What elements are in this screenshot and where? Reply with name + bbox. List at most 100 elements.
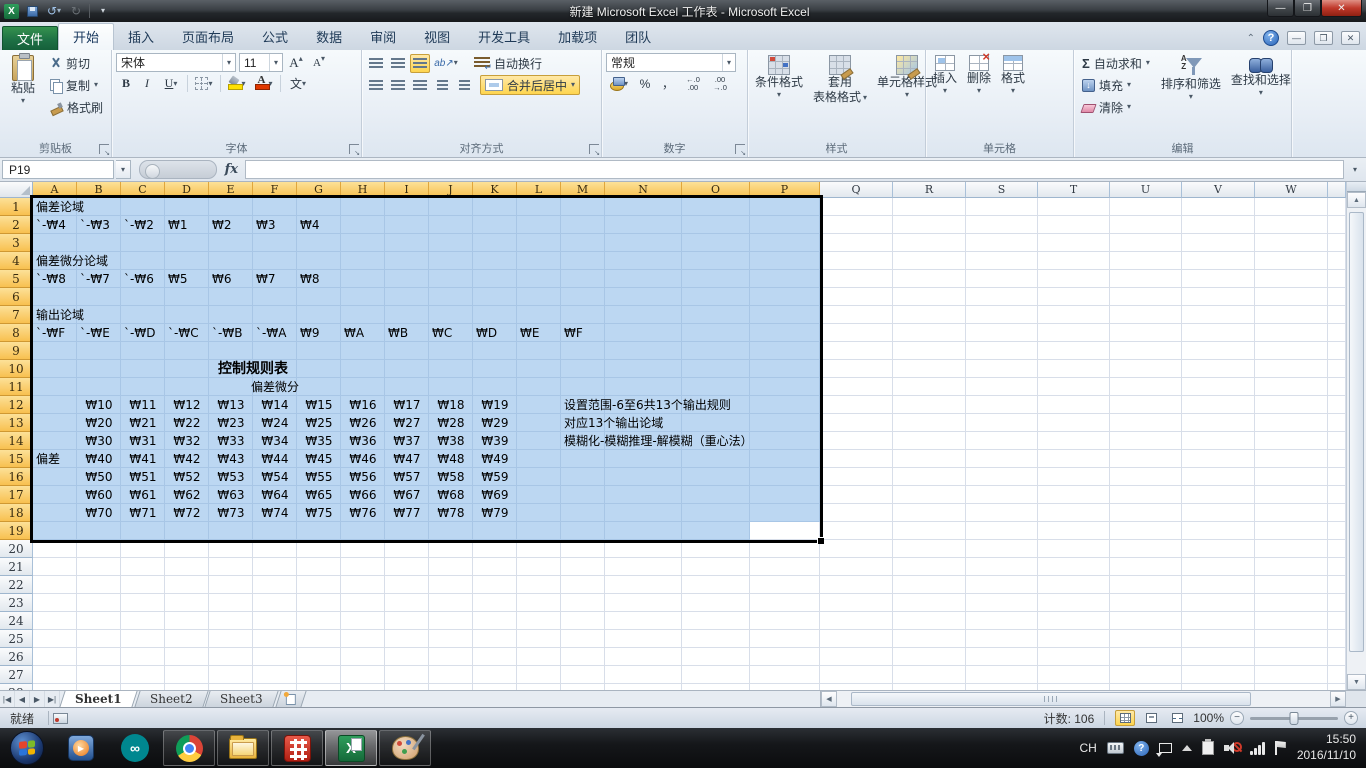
cell-T6[interactable] bbox=[1038, 288, 1110, 306]
cell-P27[interactable] bbox=[750, 666, 820, 684]
decrease-decimal-button[interactable]: .00→.0 bbox=[708, 74, 732, 93]
cell-Q26[interactable] bbox=[820, 648, 893, 666]
row-header-4[interactable]: 4 bbox=[0, 252, 33, 270]
cell-T20[interactable] bbox=[1038, 540, 1110, 558]
row-header-19[interactable]: 19 bbox=[0, 522, 33, 540]
cell-J15[interactable] bbox=[429, 450, 473, 468]
cell-O8[interactable] bbox=[682, 324, 750, 342]
sheet-tab-Sheet1[interactable]: Sheet1 bbox=[59, 691, 137, 707]
cell-W24[interactable] bbox=[1255, 612, 1328, 630]
col-header-V[interactable]: V bbox=[1182, 182, 1255, 198]
cell-D20[interactable] bbox=[165, 540, 209, 558]
cell-M27[interactable] bbox=[561, 666, 605, 684]
cell-M8[interactable] bbox=[561, 324, 605, 342]
cell-O11[interactable] bbox=[682, 378, 750, 396]
cell-P4[interactable] bbox=[750, 252, 820, 270]
cell-C16[interactable] bbox=[121, 468, 165, 486]
tab-开始[interactable]: 开始 bbox=[58, 23, 114, 50]
col-header-partial[interactable] bbox=[1328, 182, 1346, 198]
cell-R23[interactable] bbox=[893, 594, 966, 612]
cell-D27[interactable] bbox=[165, 666, 209, 684]
prev-sheet-button[interactable]: ◀ bbox=[15, 691, 30, 707]
cell-H4[interactable] bbox=[341, 252, 385, 270]
align-middle-button[interactable] bbox=[388, 54, 408, 73]
cell-U6[interactable] bbox=[1110, 288, 1182, 306]
cell-S4[interactable] bbox=[966, 252, 1038, 270]
cell-A2[interactable] bbox=[33, 216, 77, 234]
cell-Q3[interactable] bbox=[820, 234, 893, 252]
cell-K5[interactable] bbox=[473, 270, 517, 288]
cell-S1[interactable] bbox=[966, 198, 1038, 216]
cell-J13[interactable] bbox=[429, 414, 473, 432]
cell-I11[interactable] bbox=[385, 378, 429, 396]
cell-D19[interactable] bbox=[165, 522, 209, 540]
col-header-I[interactable]: I bbox=[385, 182, 429, 198]
cell-I3[interactable] bbox=[385, 234, 429, 252]
cell-R19[interactable] bbox=[893, 522, 966, 540]
cell-V7[interactable] bbox=[1182, 306, 1255, 324]
cell-F13[interactable] bbox=[253, 414, 297, 432]
cell-D15[interactable] bbox=[165, 450, 209, 468]
cell-R20[interactable] bbox=[893, 540, 966, 558]
cell-V8[interactable] bbox=[1182, 324, 1255, 342]
conditional-formatting-button[interactable]: 条件格式▾ bbox=[752, 53, 806, 101]
cell-K18[interactable] bbox=[473, 504, 517, 522]
cell-V22[interactable] bbox=[1182, 576, 1255, 594]
cell-S2[interactable] bbox=[966, 216, 1038, 234]
col-header-Q[interactable]: Q bbox=[820, 182, 893, 198]
number-format-combo[interactable]: 常规▾ bbox=[606, 53, 736, 72]
cell-U7[interactable] bbox=[1110, 306, 1182, 324]
cell-J20[interactable] bbox=[429, 540, 473, 558]
cell-C2[interactable] bbox=[121, 216, 165, 234]
cell-E11[interactable] bbox=[209, 378, 253, 396]
cell-E6[interactable] bbox=[209, 288, 253, 306]
cell-T13[interactable] bbox=[1038, 414, 1110, 432]
cell-S25[interactable] bbox=[966, 630, 1038, 648]
cell-S11[interactable] bbox=[966, 378, 1038, 396]
cell-N11[interactable] bbox=[605, 378, 682, 396]
col-header-S[interactable]: S bbox=[966, 182, 1038, 198]
cell-L12[interactable] bbox=[517, 396, 561, 414]
cell-M13[interactable] bbox=[561, 414, 605, 432]
cell-x21[interactable] bbox=[1328, 558, 1346, 576]
cell-J23[interactable] bbox=[429, 594, 473, 612]
cell-V13[interactable] bbox=[1182, 414, 1255, 432]
cell-F16[interactable] bbox=[253, 468, 297, 486]
cell-M15[interactable] bbox=[561, 450, 605, 468]
row-header-9[interactable]: 9 bbox=[0, 342, 33, 360]
cell-G14[interactable] bbox=[297, 432, 341, 450]
cell-S13[interactable] bbox=[966, 414, 1038, 432]
cell-Q7[interactable] bbox=[820, 306, 893, 324]
cell-U20[interactable] bbox=[1110, 540, 1182, 558]
cell-M21[interactable] bbox=[561, 558, 605, 576]
volume-muted-icon[interactable] bbox=[1224, 741, 1240, 755]
fill-handle[interactable] bbox=[817, 537, 824, 544]
cell-U16[interactable] bbox=[1110, 468, 1182, 486]
cell-Q4[interactable] bbox=[820, 252, 893, 270]
select-all-corner[interactable] bbox=[0, 182, 33, 198]
cell-M22[interactable] bbox=[561, 576, 605, 594]
cell-N1[interactable] bbox=[605, 198, 682, 216]
cell-x22[interactable] bbox=[1328, 576, 1346, 594]
cell-V14[interactable] bbox=[1182, 432, 1255, 450]
cell-F1[interactable] bbox=[253, 198, 297, 216]
row-header-1[interactable]: 1 bbox=[0, 198, 33, 216]
cell-E10[interactable] bbox=[209, 360, 253, 378]
cell-I16[interactable] bbox=[385, 468, 429, 486]
cell-T21[interactable] bbox=[1038, 558, 1110, 576]
cell-L11[interactable] bbox=[517, 378, 561, 396]
cell-W2[interactable] bbox=[1255, 216, 1328, 234]
cell-D16[interactable] bbox=[165, 468, 209, 486]
cell-L8[interactable] bbox=[517, 324, 561, 342]
cell-Q22[interactable] bbox=[820, 576, 893, 594]
cell-C18[interactable] bbox=[121, 504, 165, 522]
cell-x8[interactable] bbox=[1328, 324, 1346, 342]
cell-C25[interactable] bbox=[121, 630, 165, 648]
cell-W28[interactable] bbox=[1255, 684, 1328, 690]
cell-C11[interactable] bbox=[121, 378, 165, 396]
cell-F10[interactable] bbox=[253, 360, 297, 378]
cell-U26[interactable] bbox=[1110, 648, 1182, 666]
cell-R6[interactable] bbox=[893, 288, 966, 306]
grow-font-button[interactable]: A▴ bbox=[286, 53, 306, 72]
cell-x24[interactable] bbox=[1328, 612, 1346, 630]
